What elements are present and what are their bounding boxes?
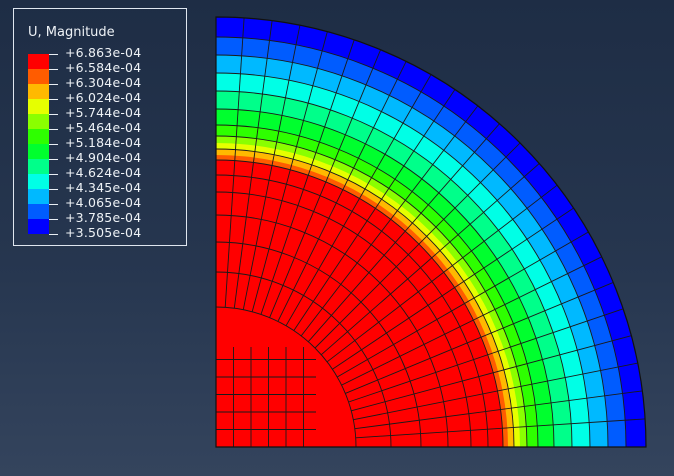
- contour-plot: [215, 16, 647, 448]
